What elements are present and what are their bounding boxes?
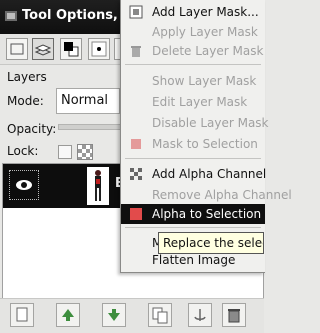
visibility-toggle[interactable] [9, 170, 39, 200]
gimp-app-icon [5, 11, 17, 21]
arrow-up-icon [62, 309, 74, 321]
menu-separator [125, 158, 261, 159]
mode-label: Mode: [7, 94, 44, 108]
tool-options-icon [10, 43, 24, 55]
layer-mask-icon [129, 5, 143, 19]
trash-icon [228, 309, 240, 323]
tooltip: Replace the selec [158, 232, 264, 254]
arrow-down-icon [108, 309, 120, 321]
mask-selection-icon [131, 139, 141, 149]
menu-item-mask-to-selection[interactable]: Mask to Selection [121, 134, 265, 154]
new-layer-icon [16, 307, 28, 322]
anchor-layer-button[interactable] [188, 303, 212, 327]
colors-tab[interactable] [60, 38, 82, 60]
new-layer-button[interactable] [10, 303, 34, 327]
duplicate-icon [152, 307, 168, 324]
raise-layer-button[interactable] [56, 303, 80, 327]
figure-thumbnail-icon [95, 170, 101, 201]
layer-thumbnail [87, 167, 109, 205]
brushes-tab[interactable] [88, 38, 110, 60]
anchor-icon [194, 309, 206, 321]
lock-pixels-checkbox[interactable] [58, 145, 72, 159]
menu-separator [125, 227, 261, 228]
menu-item-apply-layer-mask[interactable]: Apply Layer Mask [121, 22, 265, 42]
menu-item-show-layer-mask[interactable]: Show Layer Mask [121, 71, 265, 91]
lock-alpha-icon[interactable] [77, 144, 93, 160]
tool-options-tab[interactable] [6, 38, 28, 60]
layers-button-bar [0, 298, 264, 333]
brush-dot-icon [91, 41, 107, 57]
lock-label: Lock: [7, 144, 39, 158]
menu-item-delete-layer-mask[interactable]: Delete Layer Mask [121, 41, 265, 61]
delete-layer-button[interactable] [222, 303, 246, 327]
menu-item-disable-layer-mask[interactable]: Disable Layer Mask [121, 113, 269, 133]
duplicate-layer-button[interactable] [148, 303, 172, 327]
menu-item-add-layer-mask[interactable]: Add Layer Mask... [121, 2, 265, 22]
layers-icon [34, 44, 52, 56]
eye-icon [16, 180, 32, 190]
delete-icon [131, 46, 141, 57]
menu-separator [125, 64, 261, 65]
menu-item-edit-layer-mask[interactable]: Edit Layer Mask [121, 92, 265, 112]
opacity-label: Opacity: [7, 122, 57, 136]
mode-select[interactable]: Normal [56, 88, 120, 114]
layers-tab[interactable] [32, 38, 54, 60]
layer-row[interactable]: E [3, 164, 124, 208]
alpha-channel-icon [130, 168, 142, 180]
menu-item-alpha-to-selection[interactable]: Alpha to Selection [121, 204, 265, 224]
opacity-slider[interactable] [58, 124, 122, 130]
menu-item-add-alpha-channel[interactable]: Add Alpha Channel [121, 164, 266, 184]
layers-heading: Layers [7, 70, 47, 84]
alpha-selection-icon [130, 208, 142, 220]
fg-bg-color-icon [64, 42, 79, 57]
menu-item-remove-alpha-channel[interactable]: Remove Alpha Channel [121, 185, 292, 205]
lower-layer-button[interactable] [102, 303, 126, 327]
